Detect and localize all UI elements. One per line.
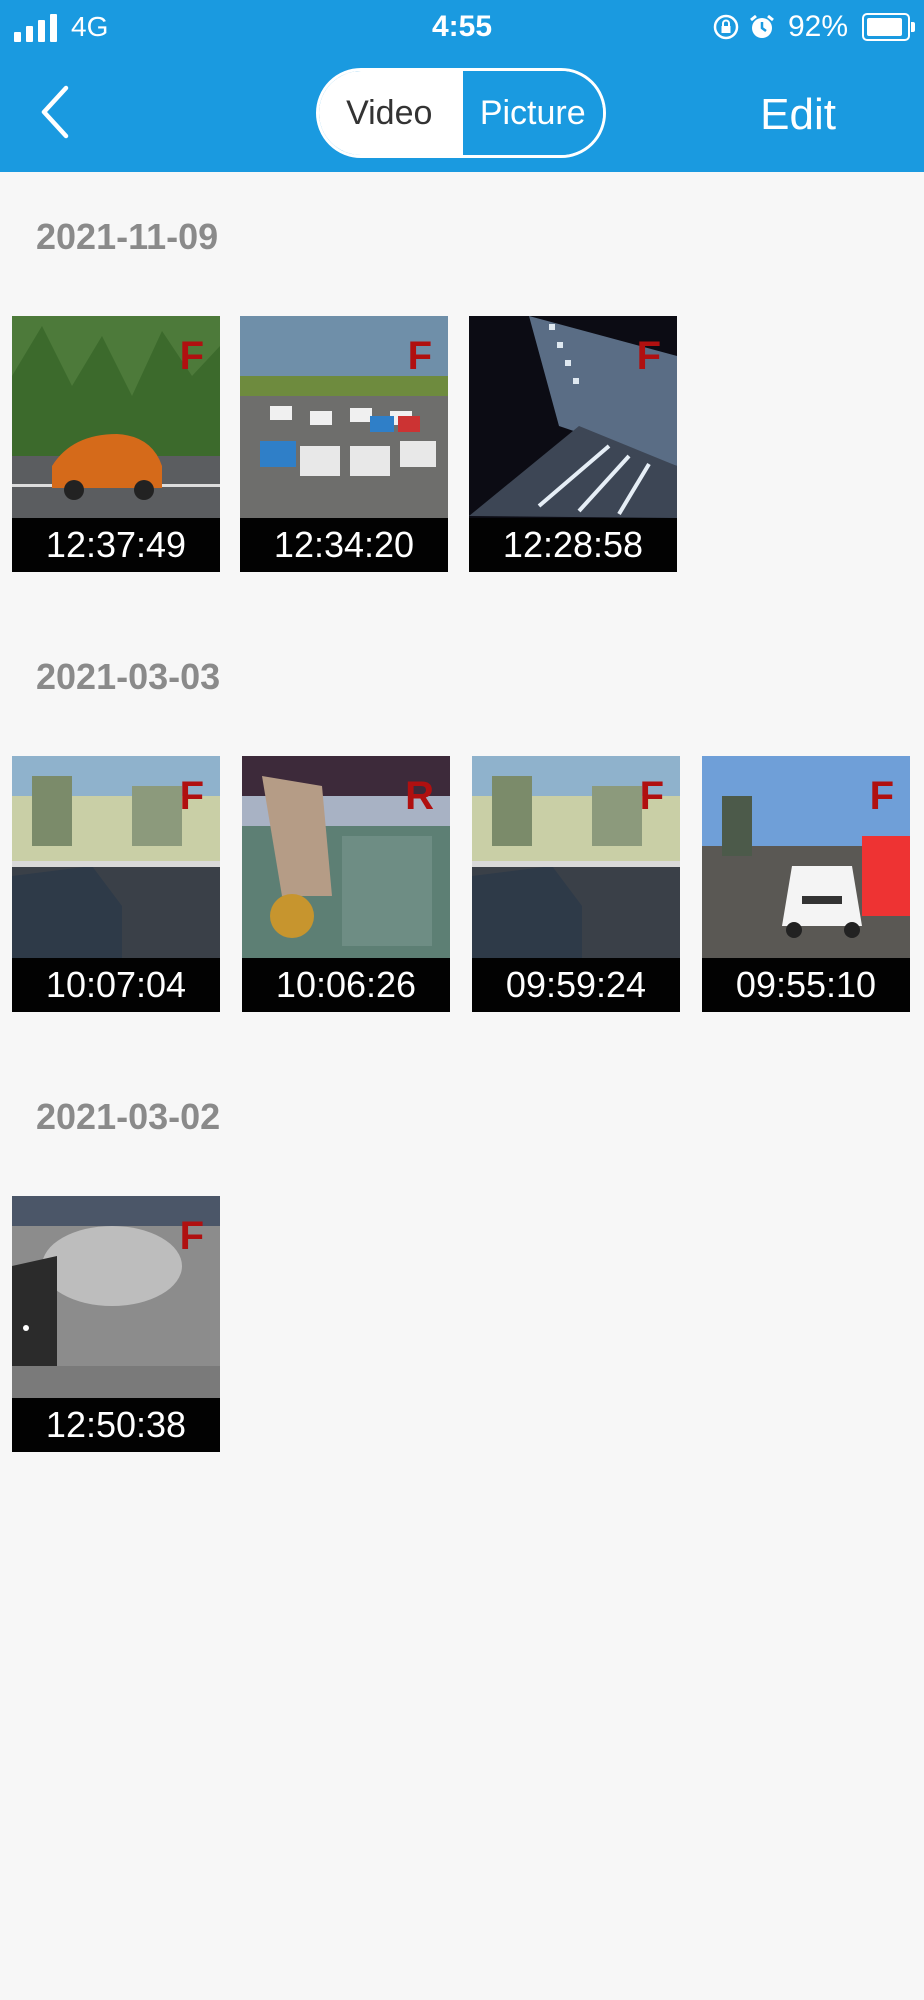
- video-thumbnail[interactable]: F 09:59:24: [472, 756, 680, 1012]
- battery-percent: 92%: [787, 10, 848, 43]
- camera-indicator: F: [636, 334, 661, 378]
- camera-indicator: F: [179, 334, 204, 378]
- rotation-lock-icon: [713, 14, 739, 40]
- camera-indicator: R: [405, 774, 434, 818]
- media-type-toggle: Video Picture: [316, 68, 606, 158]
- thumbnail-time: 10:07:04: [12, 958, 220, 1012]
- thumbnail-time: 12:34:20: [240, 518, 448, 572]
- thumbnail-time: 12:28:58: [469, 518, 677, 572]
- battery-icon: [862, 13, 915, 41]
- date-heading: 2021-03-02: [36, 1096, 221, 1137]
- status-bar: 4G 4:55 92%: [0, 0, 924, 56]
- video-thumbnail[interactable]: F 12:28:58: [469, 316, 677, 572]
- date-heading: 2021-03-03: [36, 656, 221, 697]
- tab-video[interactable]: Video: [319, 71, 460, 155]
- video-thumbnail[interactable]: F 12:34:20: [240, 316, 448, 572]
- camera-indicator: F: [639, 774, 664, 818]
- tab-picture[interactable]: Picture: [459, 71, 603, 155]
- date-heading: 2021-11-09: [36, 216, 219, 257]
- battery-fill: [867, 18, 902, 36]
- camera-indicator: F: [179, 774, 204, 818]
- camera-indicator: F: [407, 334, 432, 378]
- video-thumbnail[interactable]: R 10:06:26: [242, 756, 450, 1012]
- thumbnail-time: 10:06:26: [242, 958, 450, 1012]
- thumbnail-time: 09:55:10: [702, 958, 910, 1012]
- video-thumbnail[interactable]: F 10:07:04: [12, 756, 220, 1012]
- edit-button[interactable]: Edit: [760, 90, 836, 140]
- thumbnail-time: 12:37:49: [12, 518, 220, 572]
- alarm-icon: [750, 14, 774, 38]
- video-thumbnail[interactable]: F 09:55:10: [702, 756, 910, 1012]
- back-arrow-icon[interactable]: [36, 84, 82, 140]
- status-right: 92%: [712, 10, 915, 44]
- camera-indicator: F: [179, 1214, 204, 1258]
- video-thumbnail[interactable]: F 12:37:49: [12, 316, 220, 572]
- top-bar: 4G 4:55 92% Video Picture Edit: [0, 0, 924, 172]
- video-thumbnail[interactable]: F 12:50:38: [12, 1196, 220, 1452]
- camera-indicator: F: [869, 774, 894, 818]
- thumbnail-time: 12:50:38: [12, 1398, 220, 1452]
- thumbnail-time: 09:59:24: [472, 958, 680, 1012]
